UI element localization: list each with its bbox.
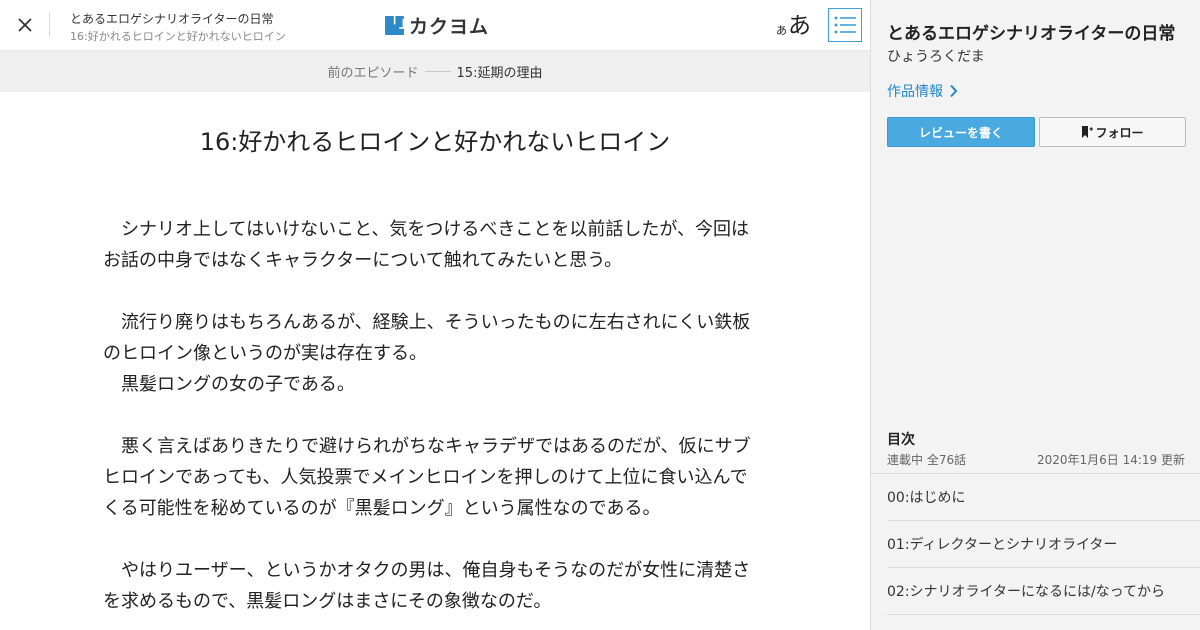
work-info-label: 作品情報 — [887, 84, 943, 100]
close-button[interactable] — [10, 10, 40, 40]
logo-mark-glyph: 「」 — [385, 14, 413, 31]
kakuyomu-logo[interactable]: 「」 カクヨム — [385, 12, 489, 38]
body-paragraph: シナリオ上してはいけないこと、気をつけるべきことを以前話したが、今回はお話の中身… — [103, 219, 750, 271]
font-size-small-glyph: あ — [776, 24, 787, 37]
chevron-right-icon — [950, 84, 958, 98]
last-updated: 2020年1月6日 14:19 更新 — [1036, 453, 1185, 467]
list-icon — [834, 16, 856, 34]
previous-episode-divider — [424, 71, 451, 72]
body-paragraph: 悪く言えばありきたりで避けられがちなキャラデザではあるのだが、仮にサブヒロインで… — [103, 436, 751, 519]
toc-heading: 目次 — [887, 432, 915, 448]
previous-episode-nav: 前のエピソード 15:延期の理由 — [0, 51, 870, 92]
font-size-button[interactable]: あ あ — [776, 8, 811, 40]
top-bar: とあるエロゲシナリオライターの日常 16:好かれるヒロインと好かれないヒロイン … — [0, 0, 870, 51]
reader-pane: とあるエロゲシナリオライターの日常 16:好かれるヒロインと好かれないヒロイン … — [0, 0, 870, 630]
toc-toggle-button[interactable] — [828, 8, 862, 42]
episode-body: シナリオ上してはいけないこと、気をつけるべきことを以前話したが、今回はお話の中身… — [103, 214, 763, 617]
previous-episode-label: 前のエピソード — [327, 66, 419, 81]
body-paragraph — [103, 524, 763, 555]
toc-list: 00:はじめに 01:ディレクターとシナリオライター 02:シナリオライターにな… — [871, 473, 1200, 615]
write-review-button[interactable]: レビューを書く — [887, 117, 1035, 147]
body-paragraph — [103, 400, 763, 431]
toc-item[interactable]: 02:シナリオライターになるには/なってから — [887, 568, 1200, 615]
bookmark-plus-icon — [1082, 126, 1094, 138]
body-paragraph: やはりユーザー、というかオタクの男は、俺自身もそうなのだが女性に清楚さを求めるも… — [103, 560, 751, 612]
work-title-link[interactable]: とあるエロゲシナリオライターの日常 — [70, 10, 274, 27]
follow-button[interactable]: フォロー — [1039, 117, 1186, 147]
episode-title: 16:好かれるヒロインと好かれないヒロイン — [199, 128, 671, 156]
previous-episode-bar: 前のエピソード 15:延期の理由 — [0, 51, 870, 92]
sidebar-work-title[interactable]: とあるエロゲシナリオライターの日常 — [887, 19, 1175, 44]
work-info-link[interactable]: 作品情報 — [887, 81, 958, 101]
episode-subtitle: 16:好かれるヒロインと好かれないヒロイン — [70, 30, 286, 43]
body-paragraph — [103, 276, 763, 307]
follow-label: フォロー — [1095, 125, 1144, 140]
close-icon — [18, 18, 32, 32]
toc-item[interactable]: 00:はじめに — [887, 474, 1200, 521]
author-name[interactable]: ひょうろくだま — [887, 46, 985, 66]
sidebar: とあるエロゲシナリオライターの日常 ひょうろくだま 作品情報 レビューを書く フ… — [870, 0, 1200, 630]
body-paragraph: 流行り廃りはもちろんあるが、経験上、そういったものに左右されにくい鉄板のヒロイン… — [103, 312, 751, 364]
body-paragraph: 黒髪ロングの女の子である。 — [103, 374, 355, 395]
kakuyomu-logo-icon: 「」 — [385, 14, 413, 35]
previous-episode-link[interactable]: 15:延期の理由 — [457, 62, 543, 81]
logo-text: カクヨム — [409, 15, 490, 38]
header-divider — [49, 12, 50, 37]
font-size-large-glyph: あ — [788, 13, 811, 39]
toc-item[interactable]: 01:ディレクターとシナリオライター — [887, 521, 1200, 568]
serial-status: 連載中 全76話 — [887, 453, 967, 467]
